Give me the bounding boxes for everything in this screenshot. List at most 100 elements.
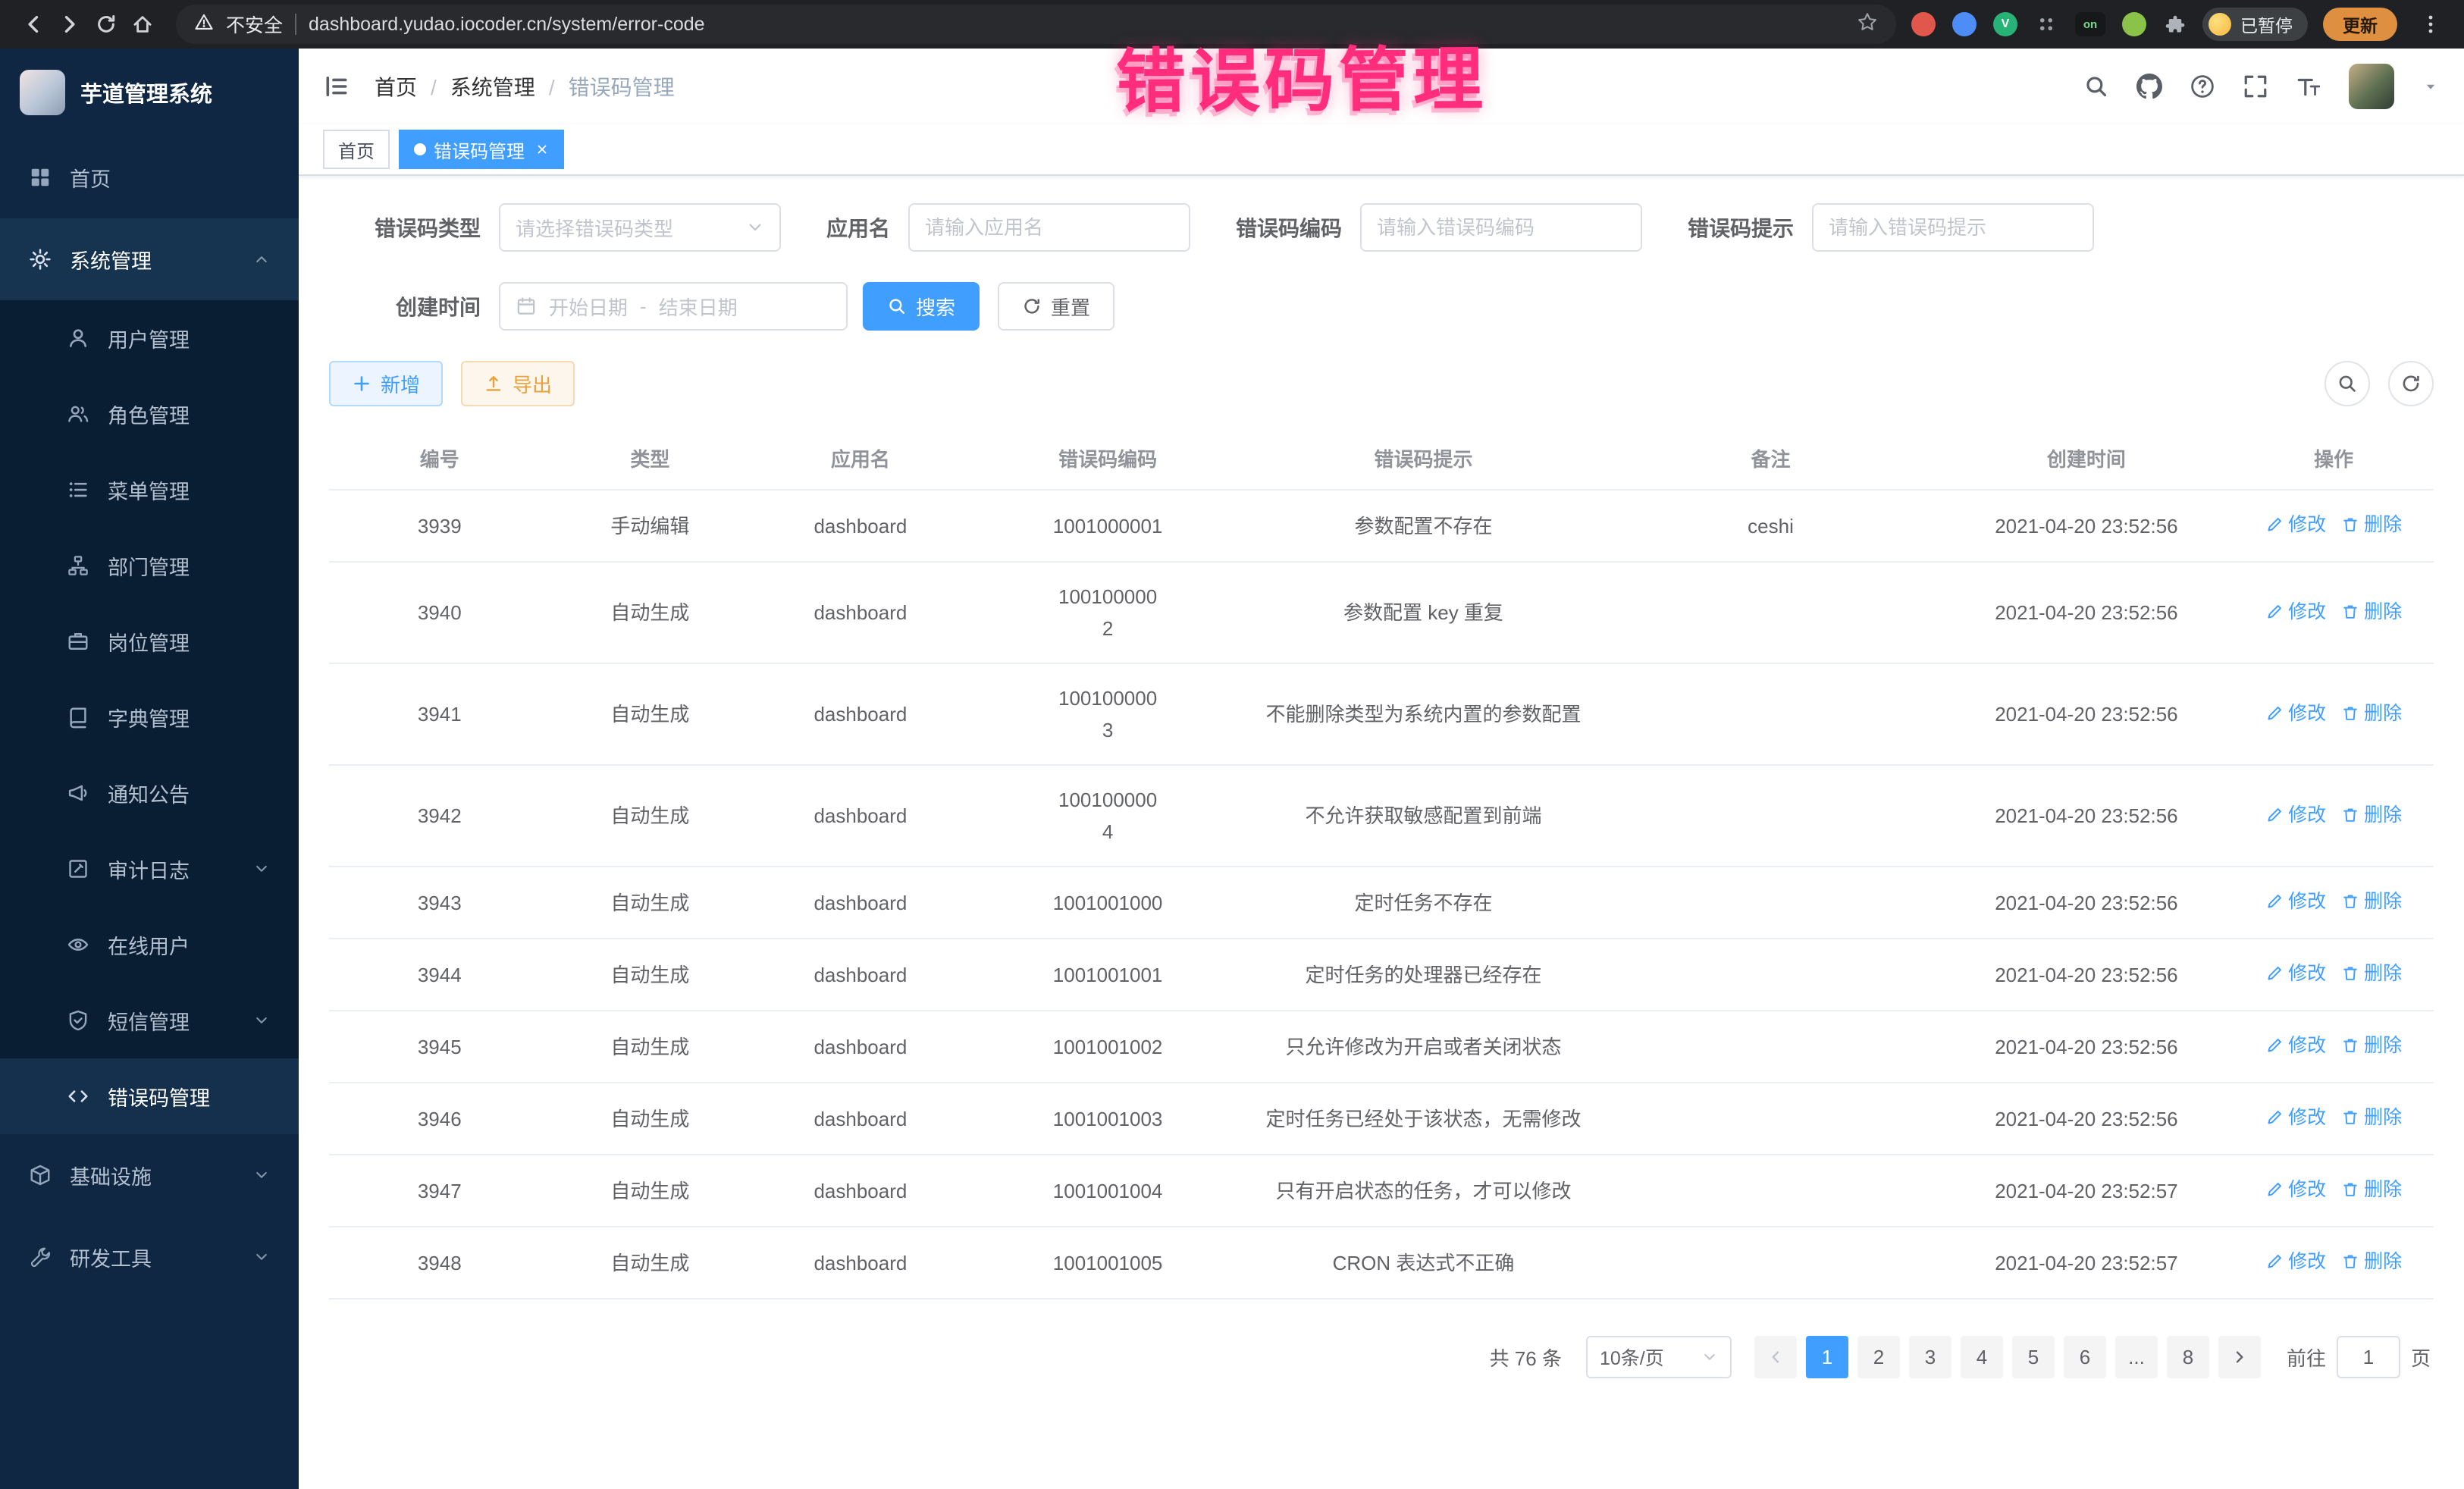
home-icon[interactable] — [124, 6, 161, 42]
table-cell — [1602, 1101, 1939, 1137]
edit-link[interactable]: 修改 — [2265, 596, 2326, 628]
close-icon[interactable] — [535, 143, 549, 156]
sidebar-item[interactable]: 用户管理 — [0, 300, 299, 376]
table-row: 3942自动生成dashboard100100000 4不允许获取敏感配置到前端… — [329, 766, 2434, 867]
font-size-icon[interactable] — [2296, 74, 2321, 99]
extension-icon[interactable]: on — [2075, 12, 2105, 36]
edit-link[interactable]: 修改 — [2265, 509, 2326, 541]
page-button[interactable]: 8 — [2167, 1336, 2209, 1378]
page-button[interactable]: 3 — [1909, 1336, 1951, 1378]
extension-icon[interactable] — [2034, 12, 2058, 36]
back-icon[interactable] — [15, 6, 52, 42]
extension-icon[interactable]: V — [1993, 12, 2017, 36]
delete-link[interactable]: 删除 — [2341, 509, 2402, 541]
sidebar-item[interactable]: 菜单管理 — [0, 452, 299, 528]
reload-icon[interactable] — [88, 6, 124, 42]
extension-icon[interactable] — [2122, 12, 2146, 36]
refresh-table-button[interactable] — [2388, 361, 2434, 406]
search-button[interactable]: 搜索 — [863, 282, 980, 331]
sidebar-item-label: 系统管理 — [70, 245, 152, 274]
tab-error-code[interactable]: 错误码管理 — [399, 130, 564, 169]
delete-link[interactable]: 删除 — [2341, 1102, 2402, 1133]
actions-cell: 修改删除 — [2234, 1155, 2434, 1226]
app-name-input[interactable] — [908, 203, 1190, 252]
table-cell: 定时任务不存在 — [1245, 869, 1603, 937]
date-range-picker[interactable]: 开始日期 - 结束日期 — [499, 282, 848, 331]
error-type-select[interactable]: 请选择错误码类型 — [499, 203, 781, 252]
edit-link[interactable]: 修改 — [2265, 799, 2326, 831]
page-button[interactable]: 1 — [1806, 1336, 1848, 1378]
table-cell: dashboard — [750, 782, 970, 850]
address-bar[interactable]: 不安全 dashboard.yudao.iocoder.cn/system/er… — [176, 5, 1896, 44]
sidebar-item[interactable]: 审计日志 — [0, 831, 299, 907]
kebab-menu-icon[interactable] — [2412, 6, 2449, 42]
error-code-input[interactable] — [1360, 203, 1642, 252]
tree-icon — [67, 554, 91, 577]
delete-link[interactable]: 删除 — [2341, 799, 2402, 831]
page-size-select[interactable]: 10条/页 — [1586, 1336, 1732, 1378]
delete-link[interactable]: 删除 — [2341, 886, 2402, 917]
forward-icon[interactable] — [52, 6, 88, 42]
user-avatar[interactable] — [2349, 64, 2394, 109]
table-cell: 自动生成 — [550, 1013, 750, 1081]
reset-button[interactable]: 重置 — [998, 282, 1114, 331]
sidebar-item[interactable]: 字典管理 — [0, 679, 299, 755]
delete-link[interactable]: 删除 — [2341, 1030, 2402, 1061]
sidebar-logo[interactable]: 芋道管理系统 — [0, 49, 299, 136]
delete-link[interactable]: 删除 — [2341, 596, 2402, 628]
avatar-caret-icon[interactable] — [2422, 77, 2440, 96]
delete-link[interactable]: 删除 — [2341, 1174, 2402, 1205]
prev-page-button[interactable] — [1754, 1336, 1797, 1378]
extension-icon[interactable] — [1911, 12, 1936, 36]
github-icon[interactable] — [2136, 74, 2162, 99]
edit-link[interactable]: 修改 — [2265, 886, 2326, 917]
filter-row-2: 创建时间 开始日期 - 结束日期 搜索 重置 — [329, 282, 2434, 331]
delete-link[interactable]: 删除 — [2341, 958, 2402, 989]
sidebar-item[interactable]: 首页 — [0, 136, 299, 218]
pager-ellipsis[interactable]: ... — [2115, 1336, 2158, 1378]
error-hint-label: 错误码提示 — [1688, 212, 1794, 243]
extensions-puzzle-icon[interactable] — [2163, 12, 2187, 36]
header-search-icon[interactable] — [2083, 74, 2109, 99]
help-icon[interactable] — [2190, 74, 2215, 99]
extension-icon[interactable] — [1952, 12, 1977, 36]
sidebar-toggle-icon[interactable] — [323, 73, 350, 100]
delete-link[interactable]: 删除 — [2341, 697, 2402, 729]
toggle-search-button[interactable] — [2324, 361, 2370, 406]
sidebar-item[interactable]: 错误码管理 — [0, 1058, 299, 1134]
breadcrumb-system[interactable]: 系统管理 — [450, 71, 555, 102]
page-button[interactable]: 5 — [2012, 1336, 2055, 1378]
sidebar-item[interactable]: 部门管理 — [0, 528, 299, 603]
goto-page-input[interactable] — [2337, 1336, 2400, 1378]
delete-link[interactable]: 删除 — [2341, 1246, 2402, 1277]
bookmark-star-icon[interactable] — [1857, 11, 1878, 38]
page-button[interactable]: 2 — [1857, 1336, 1900, 1378]
edit-link[interactable]: 修改 — [2265, 1174, 2326, 1205]
breadcrumb-home[interactable]: 首页 — [375, 71, 437, 102]
sidebar-item[interactable]: 短信管理 — [0, 983, 299, 1058]
next-page-button[interactable] — [2218, 1336, 2261, 1378]
edit-link[interactable]: 修改 — [2265, 1102, 2326, 1133]
profile-paused-chip[interactable]: 已暂停 — [2202, 8, 2308, 41]
edit-link[interactable]: 修改 — [2265, 697, 2326, 729]
export-button[interactable]: 导出 — [461, 361, 575, 406]
sidebar-item[interactable]: 系统管理 — [0, 218, 299, 300]
sidebar-item[interactable]: 通知公告 — [0, 755, 299, 831]
fullscreen-icon[interactable] — [2243, 74, 2268, 99]
sidebar-item[interactable]: 研发工具 — [0, 1216, 299, 1298]
add-button[interactable]: 新增 — [329, 361, 443, 406]
page-button[interactable]: 6 — [2064, 1336, 2106, 1378]
page-button[interactable]: 4 — [1961, 1336, 2003, 1378]
edit-link[interactable]: 修改 — [2265, 958, 2326, 989]
sidebar-item[interactable]: 在线用户 — [0, 907, 299, 983]
error-hint-input[interactable] — [1812, 203, 2094, 252]
edit-link[interactable]: 修改 — [2265, 1030, 2326, 1061]
table-header: 编号 类型 应用名 错误码编码 错误码提示 备注 创建时间 操作 — [329, 428, 2434, 491]
sidebar-item[interactable]: 角色管理 — [0, 376, 299, 452]
edit-link[interactable]: 修改 — [2265, 1246, 2326, 1277]
sidebar-item[interactable]: 基础设施 — [0, 1134, 299, 1216]
chevron-down-icon — [253, 1249, 270, 1265]
browser-update-button[interactable]: 更新 — [2323, 8, 2397, 41]
sidebar-item[interactable]: 岗位管理 — [0, 603, 299, 679]
tab-home[interactable]: 首页 — [323, 130, 390, 169]
